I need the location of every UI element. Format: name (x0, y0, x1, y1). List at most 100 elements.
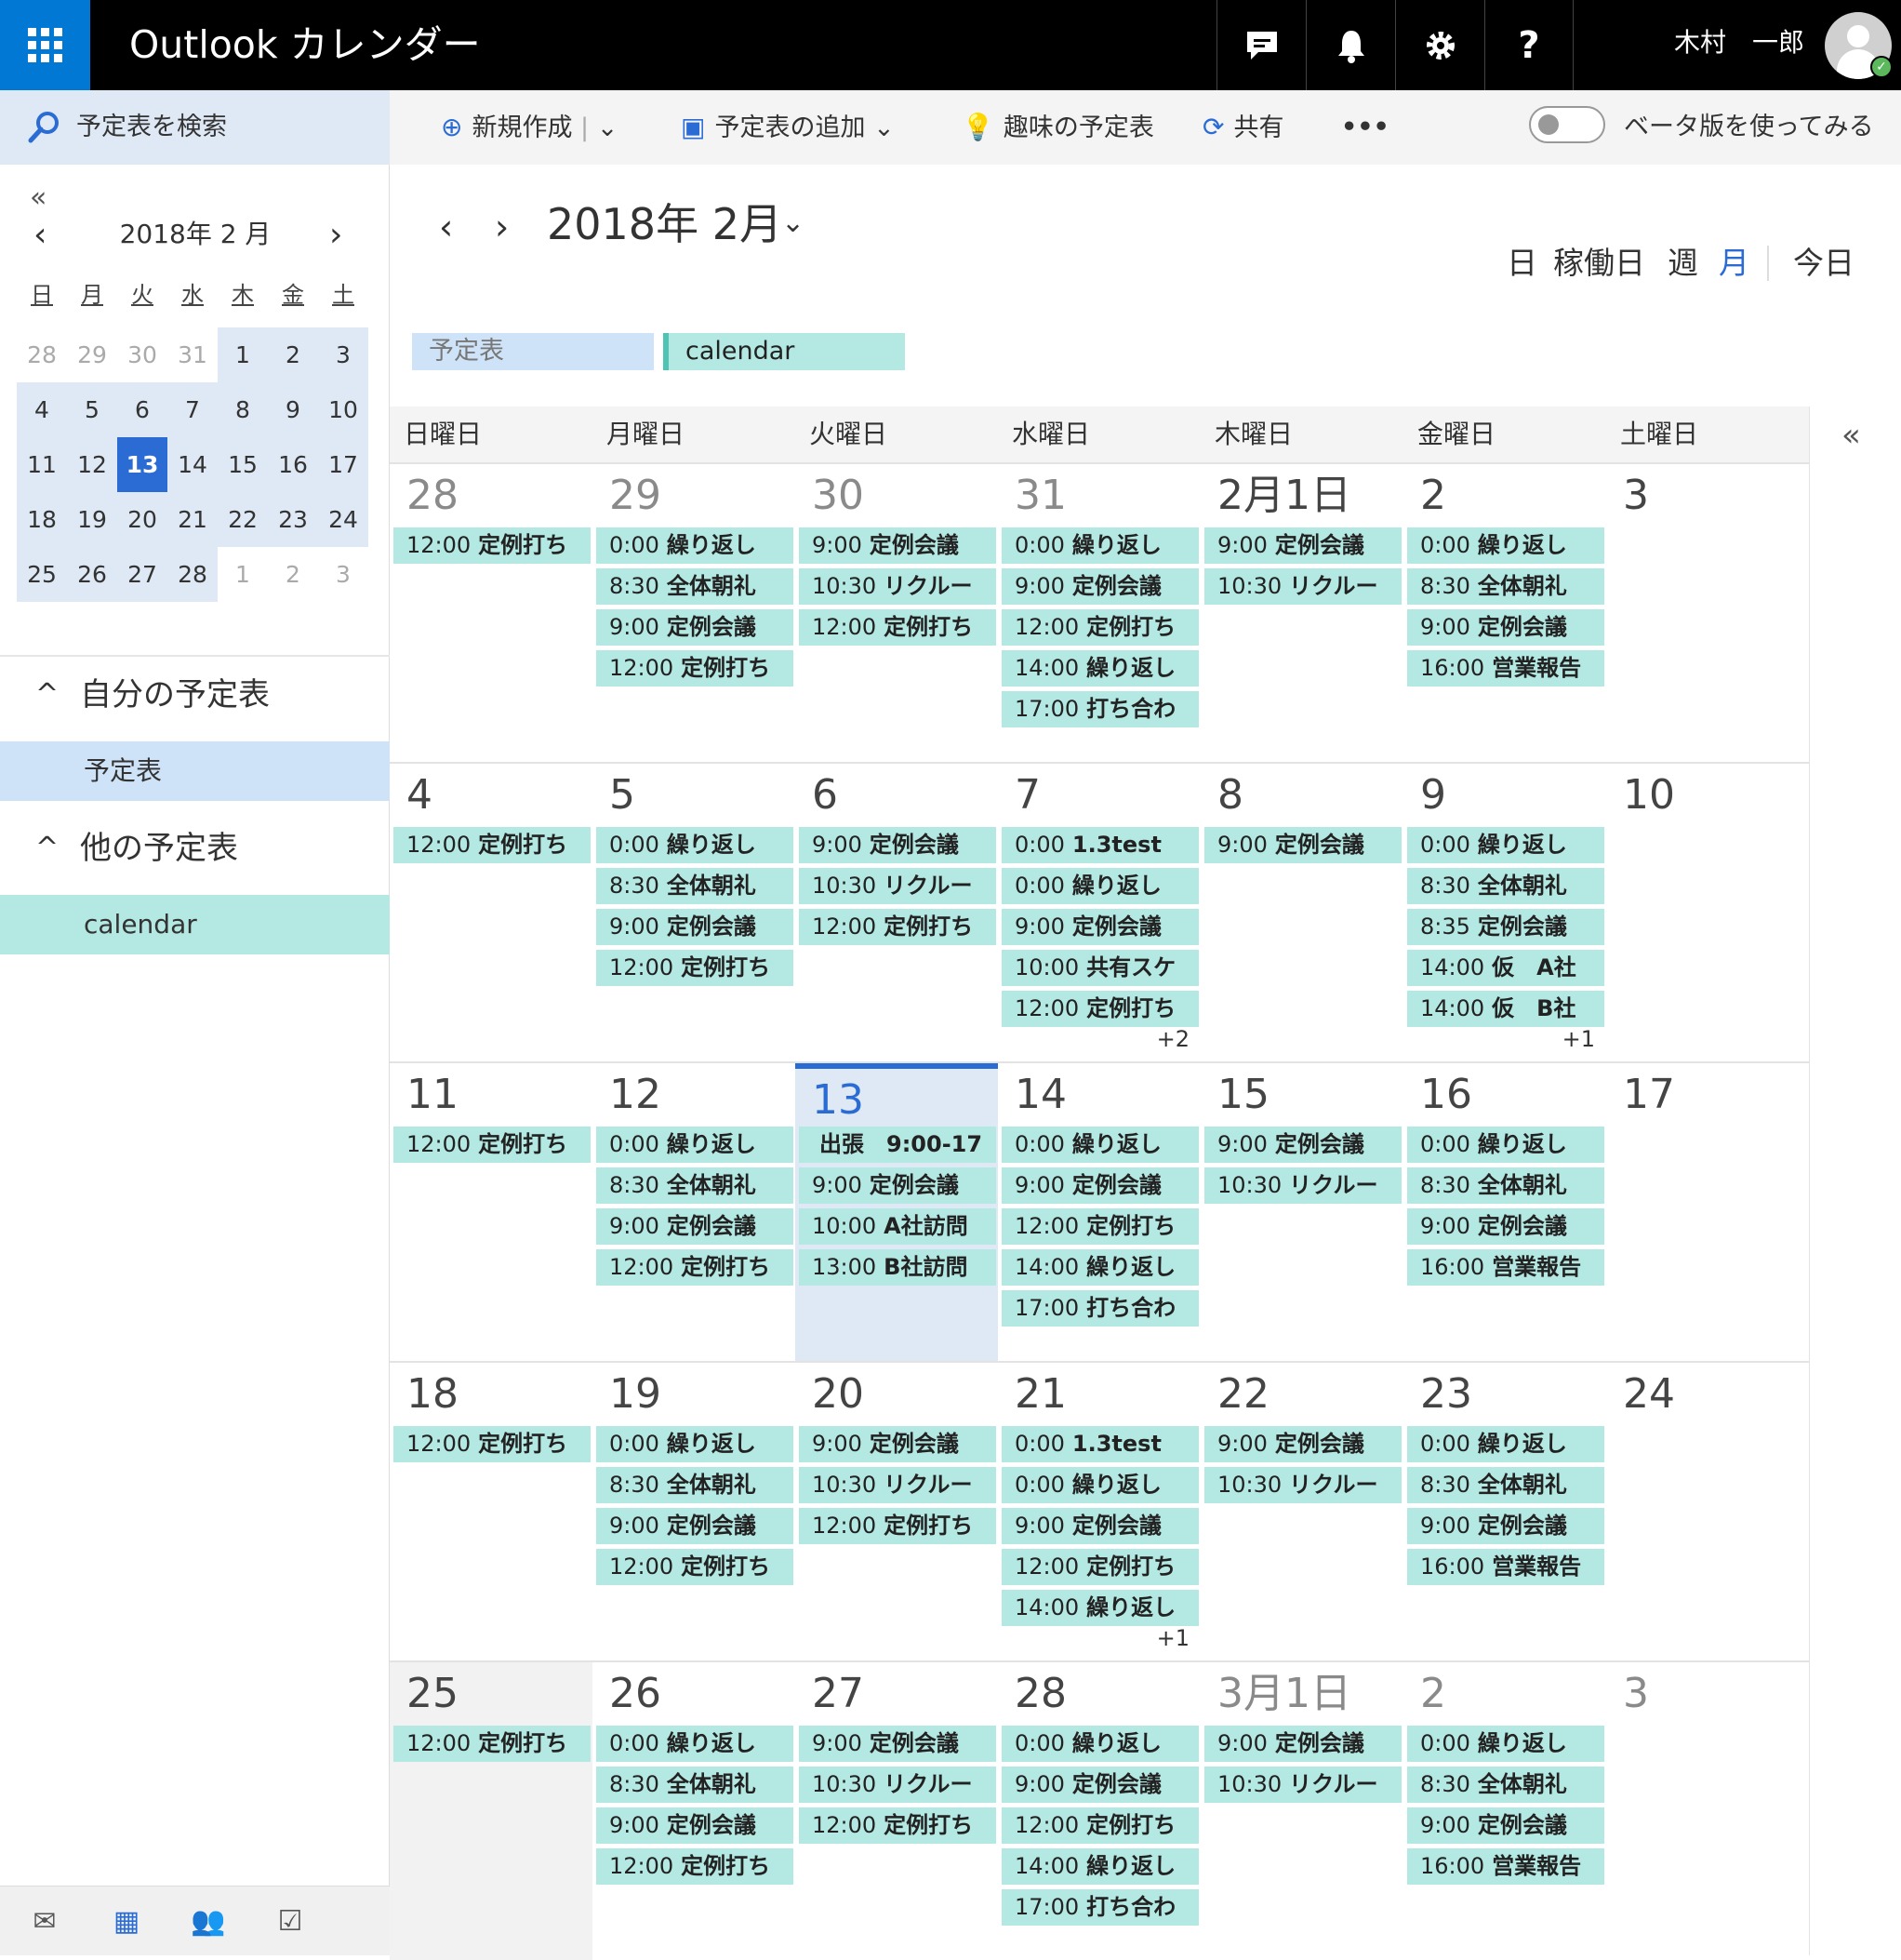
event-item[interactable]: 0:00 繰り返し (1002, 527, 1199, 564)
event-item[interactable]: 9:00 定例会議 (1407, 609, 1604, 646)
day-number[interactable]: 15 (1217, 1067, 1270, 1123)
day-number[interactable]: 13 (812, 1073, 864, 1128)
mini-day[interactable]: 28 (167, 547, 218, 602)
day-cell[interactable]: 2 0:00 繰り返し 8:30 全体朝礼 9:00 定例会議 16:00 営業報告 (1403, 1662, 1606, 1960)
event-item[interactable]: 9:00 定例会議 (1204, 1426, 1402, 1462)
day-number[interactable]: 28 (406, 468, 459, 524)
day-number[interactable]: 2月1日 (1217, 468, 1351, 524)
calendar-search[interactable]: 予定表を検索 (0, 90, 390, 165)
day-number[interactable]: 5 (609, 767, 635, 823)
event-item[interactable]: 8:30 全体朝礼 (596, 568, 793, 605)
event-item[interactable]: 8:30 全体朝礼 (1407, 1167, 1604, 1204)
event-item[interactable]: 9:00 定例会議 (596, 1508, 793, 1544)
event-item[interactable]: 16:00 営業報告 (1407, 650, 1604, 687)
event-item[interactable]: 8:30 全体朝礼 (1407, 868, 1604, 904)
event-item[interactable]: 10:30 リクルー (1204, 1167, 1402, 1204)
other-calendars-header[interactable]: ^ 他の予定表 (0, 820, 390, 876)
day-number[interactable]: 4 (406, 767, 432, 823)
mini-day[interactable]: 31 (167, 327, 218, 382)
calendar-item-calendar[interactable]: calendar (0, 895, 390, 954)
day-cell[interactable]: 12 0:00 繰り返し 8:30 全体朝礼 9:00 定例会議 12:00 定例打ち (592, 1063, 795, 1361)
event-item[interactable]: 12:00 定例打ち (1002, 991, 1199, 1027)
day-number[interactable]: 19 (609, 1367, 661, 1422)
event-item[interactable]: 0:00 繰り返し (596, 827, 793, 863)
event-item[interactable]: 9:00 定例会議 (1204, 1127, 1402, 1163)
view-week-button[interactable]: 週 (1668, 240, 1698, 287)
mini-day[interactable]: 9 (268, 382, 318, 437)
day-number[interactable]: 8 (1217, 767, 1243, 823)
event-item[interactable]: 0:00 繰り返し (1407, 527, 1604, 564)
event-item[interactable]: 9:00 定例会議 (1204, 527, 1402, 564)
event-item[interactable]: 13:00 B社訪問 (799, 1249, 996, 1286)
day-cell[interactable]: 9 0:00 繰り返し 8:30 全体朝礼 8:35 定例会議 14:00 仮 A社 14:00 仮… (1403, 764, 1606, 1061)
day-cell[interactable]: 21 0:00 1.3test 0:00 繰り返し 9:00 定例会議 12:00 定例打ち 14… (998, 1363, 1201, 1660)
day-cell[interactable]: 4 12:00 定例打ち (390, 764, 592, 1061)
mini-day[interactable]: 13 (117, 437, 167, 492)
event-item[interactable]: 17:00 打ち合わ (1002, 1889, 1199, 1926)
day-cell[interactable]: 16 0:00 繰り返し 8:30 全体朝礼 9:00 定例会議 16:00 営業報告 (1403, 1063, 1606, 1361)
day-cell[interactable]: 23 0:00 繰り返し 8:30 全体朝礼 9:00 定例会議 16:00 営業報告 (1403, 1363, 1606, 1660)
mini-day[interactable]: 15 (218, 437, 268, 492)
chat-button[interactable] (1216, 0, 1306, 90)
event-item[interactable]: 9:00 定例会議 (799, 827, 996, 863)
event-item[interactable]: 10:00 A社訪問 (799, 1208, 996, 1245)
event-item[interactable]: 14:00 繰り返し (1002, 650, 1199, 687)
day-cell[interactable]: 20 9:00 定例会議 10:30 リクルー 12:00 定例打ち (795, 1363, 998, 1660)
more-events-link[interactable]: +1 (1562, 1026, 1595, 1052)
legend-calendar[interactable]: calendar (663, 333, 905, 370)
day-cell[interactable]: 25 12:00 定例打ち (390, 1662, 592, 1960)
event-item[interactable]: 9:00 定例会議 (596, 1807, 793, 1844)
people-icon[interactable]: 👥 (171, 1905, 246, 1938)
event-item[interactable]: 8:30 全体朝礼 (596, 1167, 793, 1204)
event-item[interactable]: 12:00 定例打ち (1002, 1208, 1199, 1245)
event-item[interactable]: 9:00 定例会議 (1407, 1508, 1604, 1544)
event-item[interactable]: 8:30 全体朝礼 (1407, 568, 1604, 605)
mini-day[interactable]: 2 (268, 327, 318, 382)
event-item[interactable]: 14:00 繰り返し (1002, 1848, 1199, 1885)
day-number[interactable]: 12 (609, 1067, 661, 1123)
day-number[interactable]: 18 (406, 1367, 459, 1422)
event-item[interactable]: 12:00 定例打ち (1002, 1549, 1199, 1585)
event-item[interactable]: 12:00 定例打ち (799, 909, 996, 945)
day-cell[interactable]: 10 (1606, 764, 1809, 1061)
mini-day[interactable]: 3 (318, 547, 368, 602)
notifications-button[interactable] (1306, 0, 1395, 90)
day-number[interactable]: 10 (1623, 767, 1675, 823)
event-item[interactable]: 0:00 繰り返し (596, 527, 793, 564)
today-button[interactable]: 今日 (1793, 240, 1854, 287)
day-cell[interactable]: 28 0:00 繰り返し 9:00 定例会議 12:00 定例打ち 14:00 繰り返し 17:0… (998, 1662, 1201, 1960)
mini-day[interactable]: 7 (167, 382, 218, 437)
event-item[interactable]: 16:00 営業報告 (1407, 1249, 1604, 1286)
mini-day[interactable]: 26 (67, 547, 117, 602)
day-number[interactable]: 3月1日 (1217, 1666, 1351, 1722)
mini-day[interactable]: 2 (268, 547, 318, 602)
event-item[interactable]: 10:30 リクルー (799, 1467, 996, 1503)
event-item[interactable]: 8:30 全体朝礼 (1407, 1467, 1604, 1503)
day-number[interactable]: 24 (1623, 1367, 1675, 1422)
event-item[interactable]: 12:00 定例打ち (393, 1726, 591, 1762)
day-cell[interactable]: 30 9:00 定例会議 10:30 リクルー 12:00 定例打ち (795, 464, 998, 762)
event-item[interactable]: 9:00 定例会議 (596, 609, 793, 646)
mini-day[interactable]: 10 (318, 382, 368, 437)
event-item[interactable]: 9:00 定例会議 (1002, 1508, 1199, 1544)
mini-day[interactable]: 25 (17, 547, 67, 602)
mini-day[interactable]: 30 (117, 327, 167, 382)
event-item[interactable]: 17:00 打ち合わ (1002, 1290, 1199, 1327)
event-item[interactable]: 17:00 打ち合わ (1002, 691, 1199, 727)
day-cell[interactable]: 2月1日 9:00 定例会議 10:30 リクルー (1201, 464, 1403, 762)
event-item[interactable]: 12:00 定例打ち (799, 609, 996, 646)
beta-toggle[interactable] (1529, 106, 1605, 143)
event-item[interactable]: 12:00 定例打ち (799, 1807, 996, 1844)
new-button[interactable]: ⊕ 新規作成 | ⌄ (441, 109, 618, 147)
event-item[interactable]: 9:00 定例会議 (1407, 1807, 1604, 1844)
day-cell[interactable]: 5 0:00 繰り返し 8:30 全体朝礼 9:00 定例会議 12:00 定例打ち (592, 764, 795, 1061)
event-item[interactable]: 8:30 全体朝礼 (596, 1767, 793, 1803)
event-item[interactable]: 10:30 リクルー (799, 568, 996, 605)
interest-calendar-button[interactable]: 💡 趣味の予定表 (962, 109, 1154, 147)
event-item[interactable]: 9:00 定例会議 (1002, 909, 1199, 945)
event-item[interactable]: 16:00 営業報告 (1407, 1549, 1604, 1585)
day-cell[interactable]: 11 12:00 定例打ち (390, 1063, 592, 1361)
event-item[interactable]: 0:00 繰り返し (1407, 1426, 1604, 1462)
event-item[interactable]: 12:00 定例打ち (1002, 609, 1199, 646)
mini-day[interactable]: 5 (67, 382, 117, 437)
